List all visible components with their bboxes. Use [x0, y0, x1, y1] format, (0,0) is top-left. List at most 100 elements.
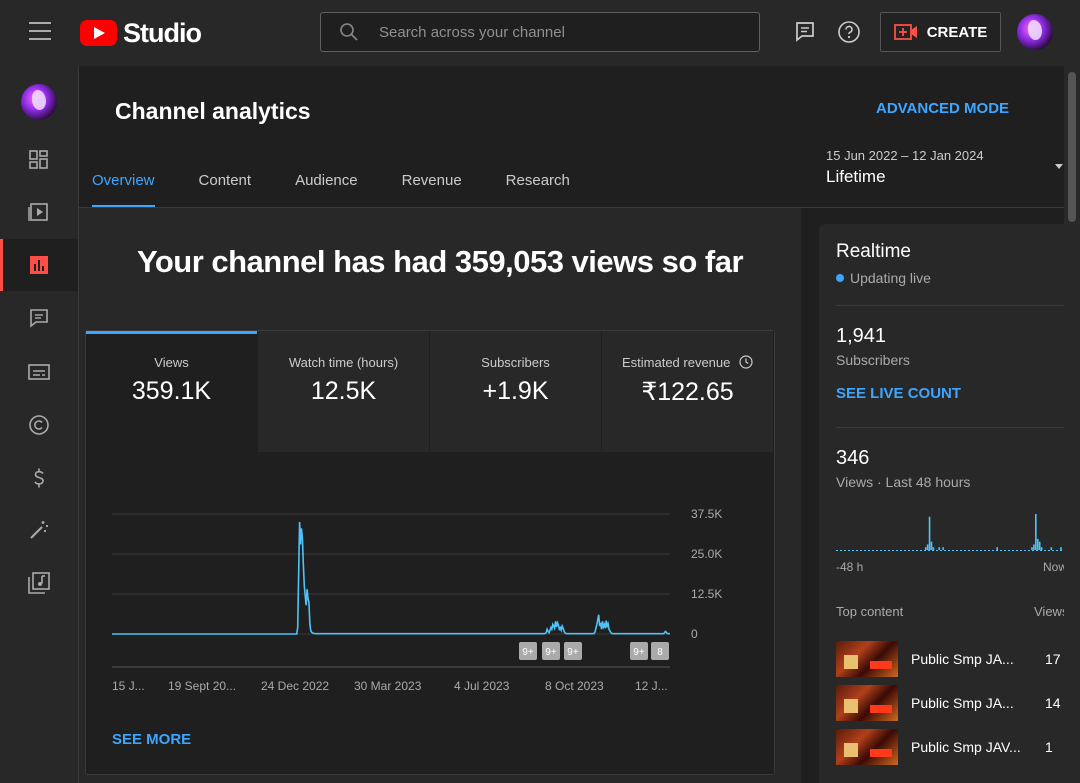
video-title: Public Smp JA... — [911, 695, 1014, 711]
create-label: CREATE — [926, 23, 988, 41]
x-tick-label: 8 Oct 2023 — [545, 679, 604, 693]
main-area: Channel analytics ADVANCED MODE 15 Jun 2… — [79, 66, 1068, 783]
top-content-item[interactable]: Public Smp JAV... 1 — [836, 729, 1064, 765]
spark-bar — [1031, 547, 1033, 550]
search-box[interactable] — [320, 12, 760, 52]
realtime-subscribers-value: 1,941 — [836, 325, 887, 347]
sidebar-item-copyright[interactable] — [0, 399, 78, 451]
metric-subscribers[interactable]: Subscribers +1.9K — [430, 331, 602, 452]
studio-logo[interactable]: Studio — [80, 17, 202, 48]
search-input[interactable] — [379, 23, 719, 41]
video-view-count: 1 — [1045, 739, 1053, 755]
date-range-text[interactable]: 15 Jun 2022 – 12 Jan 2024 — [826, 148, 984, 163]
tab-audience[interactable]: Audience — [295, 166, 358, 208]
see-more-button[interactable]: SEE MORE — [112, 731, 191, 748]
y-tick-label: 12.5K — [691, 587, 722, 601]
realtime-status: Updating live — [836, 270, 931, 286]
views-chart[interactable]: 37.5K 25.0K 12.5K 0 9+ 9+ 9+ 9+ 8 15 J... 19 Sept … — [86, 452, 774, 722]
live-dot-icon — [836, 274, 844, 282]
spark-bar — [938, 547, 941, 550]
tab-research[interactable]: Research — [506, 166, 570, 208]
help-icon[interactable] — [837, 20, 861, 44]
event-badge-label: 8 — [657, 647, 663, 658]
spark-bar — [1040, 547, 1043, 550]
sidebar-item-content[interactable] — [0, 186, 78, 238]
x-tick-label: 19 Sept 20... — [168, 679, 236, 693]
scroll-thumb[interactable] — [1068, 72, 1076, 222]
menu-icon[interactable] — [29, 22, 51, 40]
metric-label-text: Estimated revenue — [621, 355, 731, 370]
series-line — [112, 521, 670, 635]
youtube-play-icon — [80, 20, 117, 46]
realtime-status-text: Updating live — [850, 270, 931, 286]
metrics-card: Views 359.1K Watch time (hours) 12.5K Su… — [85, 330, 775, 775]
comments-icon — [30, 309, 48, 328]
channel-avatar[interactable] — [21, 84, 57, 120]
metric-views[interactable]: Views 359.1K — [86, 331, 258, 452]
sidebar-item-audio-library[interactable] — [0, 557, 78, 609]
clock-icon[interactable] — [739, 355, 753, 369]
top-bar: Studio CREATE — [0, 0, 1080, 66]
sidebar-item-comments[interactable] — [0, 292, 78, 344]
realtime-subscribers-label: Subscribers — [836, 352, 910, 368]
event-badge-label: 9+ — [522, 647, 534, 658]
sidebar-item-dashboard[interactable] — [0, 134, 78, 186]
y-tick-label: 37.5K — [691, 507, 722, 521]
tab-overview[interactable]: Overview — [92, 166, 155, 208]
tab-content[interactable]: Content — [199, 166, 252, 208]
spark-bar — [1033, 544, 1035, 550]
metric-revenue[interactable]: Estimated revenue ₹122.65 — [602, 331, 774, 452]
spark-bar — [1038, 541, 1041, 550]
top-content-item[interactable]: Public Smp JA... 17 — [836, 641, 1064, 677]
sidebar-item-analytics[interactable] — [0, 239, 78, 291]
sidebar-item-customisation[interactable] — [0, 504, 78, 556]
sidebar-item-earn[interactable] — [0, 452, 78, 504]
page-title: Channel analytics — [115, 98, 311, 124]
spark-axis-start: -48 h — [836, 560, 864, 574]
advanced-mode-button[interactable]: ADVANCED MODE — [876, 100, 1009, 117]
realtime-views-sparkline[interactable] — [836, 506, 1064, 551]
metric-watch-time[interactable]: Watch time (hours) 12.5K — [258, 331, 430, 452]
x-tick-label: 30 Mar 2023 — [354, 679, 422, 693]
realtime-title: Realtime — [836, 241, 911, 262]
metric-value: 359.1K — [131, 377, 212, 405]
account-avatar[interactable] — [1017, 14, 1053, 50]
realtime-views-label: Views · Last 48 hours — [836, 474, 971, 490]
date-period-label[interactable]: Lifetime — [826, 167, 886, 187]
brand-name: Studio — [123, 17, 202, 48]
video-thumbnail — [836, 641, 898, 677]
x-tick-label: 24 Dec 2022 — [261, 679, 329, 693]
event-badge-label: 9+ — [567, 647, 579, 658]
tab-revenue[interactable]: Revenue — [402, 166, 462, 208]
date-dropdown-icon[interactable] — [1055, 164, 1063, 169]
video-title: Public Smp JAV... — [911, 739, 1021, 755]
views-headline: Your channel has had 359,053 views so fa… — [136, 244, 744, 279]
sidebar-item-subtitles[interactable] — [0, 346, 78, 398]
spark-bar — [996, 547, 999, 550]
audio-library-icon — [28, 572, 50, 594]
metric-value: ₹122.65 — [641, 378, 734, 406]
metric-tabs: Views 359.1K Watch time (hours) 12.5K Su… — [86, 331, 774, 452]
create-video-icon — [893, 24, 917, 40]
spark-bar — [930, 541, 933, 550]
feedback-icon[interactable] — [793, 20, 817, 44]
page-scrollbar[interactable] — [1064, 66, 1080, 783]
spark-bar — [1035, 514, 1037, 550]
dollar-icon — [34, 468, 44, 488]
video-thumbnail — [836, 729, 898, 765]
create-button[interactable]: CREATE — [880, 12, 1001, 52]
top-content-item[interactable]: Public Smp JA... 14 — [836, 685, 1064, 721]
x-tick-label: 15 J... — [112, 679, 145, 693]
see-live-count-button[interactable]: SEE LIVE COUNT — [836, 385, 961, 402]
video-view-count: 17 — [1045, 651, 1061, 667]
divider — [836, 305, 1064, 306]
spark-bar — [1036, 538, 1039, 550]
overview-pane: Your channel has had 359,053 views so fa… — [79, 208, 801, 783]
realtime-views-value: 346 — [836, 447, 870, 469]
spark-bar — [1060, 547, 1062, 550]
metric-label: Estimated revenue — [602, 355, 773, 370]
spark-bar — [928, 516, 931, 550]
sidebar — [0, 66, 79, 783]
x-tick-label: 12 J... — [635, 679, 668, 693]
video-title: Public Smp JA... — [911, 651, 1014, 667]
